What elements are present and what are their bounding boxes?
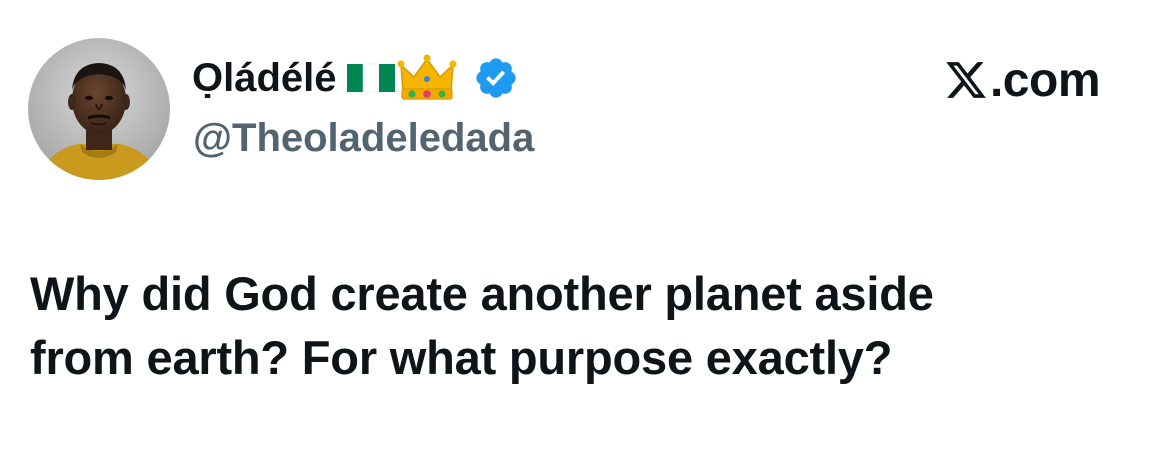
avatar-image bbox=[28, 38, 170, 180]
display-name[interactable]: Ọládélé bbox=[192, 56, 337, 101]
verified-badge-icon[interactable] bbox=[473, 55, 519, 101]
author-name-row: Ọládélé bbox=[192, 48, 519, 108]
brand-watermark: .com bbox=[944, 50, 1101, 110]
tweet-text-line: Why did God create another planet aside bbox=[30, 267, 934, 320]
author-handle[interactable]: @Theoladeledada bbox=[193, 116, 534, 161]
nigeria-flag-icon bbox=[346, 62, 395, 94]
tweet-text: Why did God create another planet aside … bbox=[30, 262, 1120, 390]
crown-emoji-icon bbox=[397, 51, 457, 105]
brand-text: .com bbox=[989, 53, 1101, 107]
tweet-text-line: from earth? For what purpose exactly? bbox=[30, 331, 893, 384]
avatar[interactable] bbox=[28, 38, 170, 180]
x-logo-icon bbox=[944, 58, 988, 102]
